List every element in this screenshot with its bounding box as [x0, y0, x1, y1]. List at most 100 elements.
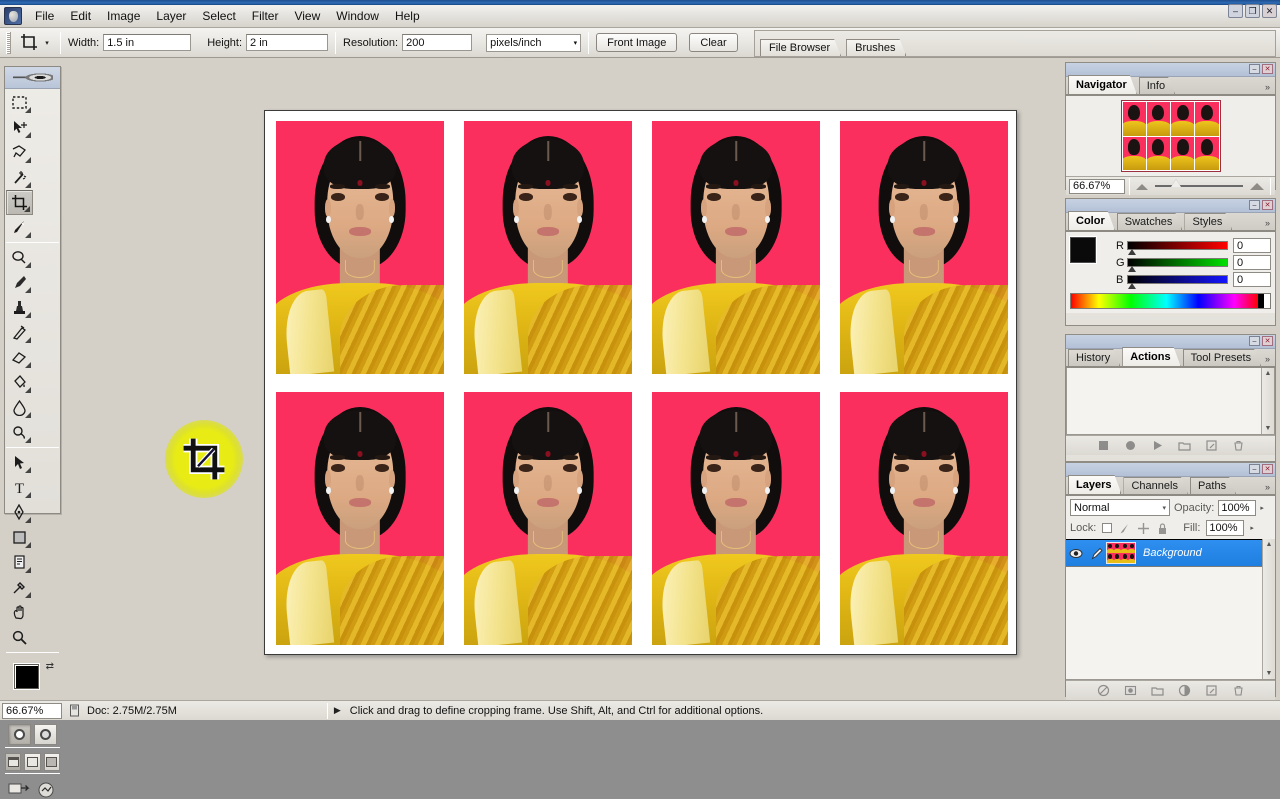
paint-bucket-tool[interactable]	[6, 370, 33, 395]
lock-position-icon[interactable]	[1137, 522, 1150, 535]
menu-select[interactable]: Select	[194, 6, 243, 26]
layers-scrollbar[interactable]: ▲ ▼	[1262, 539, 1275, 679]
green-slider[interactable]	[1127, 258, 1228, 267]
full-screen-mode-button[interactable]	[44, 753, 60, 771]
well-tab-file-browser[interactable]: File Browser	[760, 39, 841, 56]
menu-image[interactable]: Image	[99, 6, 148, 26]
menu-filter[interactable]: Filter	[244, 6, 287, 26]
quick-mask-mode-button[interactable]	[34, 724, 57, 745]
tab-history[interactable]: History	[1068, 349, 1120, 366]
layer-mask-icon[interactable]	[1124, 684, 1137, 697]
tab-channels[interactable]: Channels	[1123, 477, 1187, 494]
layers-panel-menu-icon[interactable]: »	[1265, 482, 1270, 492]
close-button[interactable]: ✕	[1262, 4, 1277, 18]
tab-layers[interactable]: Layers	[1068, 475, 1121, 494]
actions-panel-header[interactable]: – ✕	[1066, 335, 1275, 349]
eyedropper-tool[interactable]	[6, 575, 33, 600]
menu-file[interactable]: File	[27, 6, 62, 26]
clone-stamp-tool[interactable]	[6, 295, 33, 320]
menu-window[interactable]: Window	[328, 6, 387, 26]
red-slider[interactable]	[1127, 241, 1228, 250]
color-spectrum-ramp[interactable]	[1070, 293, 1271, 309]
magic-wand-tool[interactable]	[6, 165, 33, 190]
notes-tool[interactable]	[6, 550, 33, 575]
tab-navigator[interactable]: Navigator	[1068, 75, 1137, 94]
lock-transparent-pixels-icon[interactable]	[1102, 523, 1112, 533]
marquee-tool[interactable]	[6, 90, 33, 115]
foreground-color-swatch[interactable]	[14, 664, 39, 689]
layer-brush-icon[interactable]	[1086, 547, 1106, 560]
crop-height-input[interactable]	[246, 34, 328, 51]
toolbox-header[interactable]	[5, 67, 60, 89]
healing-brush-tool[interactable]	[6, 245, 33, 270]
menu-help[interactable]: Help	[387, 6, 428, 26]
actions-list[interactable]: ▲ ▼	[1066, 368, 1275, 435]
path-selection-tool[interactable]	[6, 450, 33, 475]
scroll-down-icon[interactable]: ▼	[1265, 425, 1272, 432]
navigator-zoom-handle[interactable]	[1171, 179, 1181, 187]
blue-value[interactable]: 0	[1233, 272, 1271, 287]
record-icon[interactable]	[1124, 439, 1137, 452]
play-icon[interactable]	[1151, 439, 1164, 452]
restore-button[interactable]: ❐	[1245, 4, 1260, 18]
brush-tool[interactable]	[6, 270, 33, 295]
menu-layer[interactable]: Layer	[148, 6, 194, 26]
resolution-units-select[interactable]: pixels/inch ▾	[486, 34, 581, 52]
fill-value[interactable]: 100%	[1206, 520, 1244, 536]
navigator-preview[interactable]	[1066, 96, 1275, 176]
history-brush-tool[interactable]	[6, 320, 33, 345]
fill-caret-icon[interactable]: ▸	[1250, 524, 1254, 532]
hand-tool[interactable]	[6, 600, 33, 625]
lock-image-pixels-icon[interactable]	[1118, 522, 1131, 535]
blue-slider[interactable]	[1127, 275, 1228, 284]
scroll-down-icon[interactable]: ▼	[1266, 670, 1273, 677]
layers-minimize-button[interactable]: –	[1249, 464, 1260, 474]
zoom-tool[interactable]	[6, 625, 33, 650]
navigator-menu-icon[interactable]: »	[1265, 82, 1270, 92]
lock-all-icon[interactable]	[1156, 522, 1169, 535]
layer-visibility-icon[interactable]	[1066, 548, 1086, 559]
actions-close-button[interactable]: ✕	[1262, 336, 1273, 346]
scroll-up-icon[interactable]: ▲	[1265, 370, 1272, 377]
tab-color[interactable]: Color	[1068, 211, 1115, 230]
actions-minimize-button[interactable]: –	[1249, 336, 1260, 346]
status-menu-arrow-icon[interactable]: ▶	[334, 705, 341, 716]
blur-tool[interactable]	[6, 395, 33, 420]
navigator-panel-header[interactable]: – ✕	[1066, 63, 1275, 77]
well-tab-brushes[interactable]: Brushes	[846, 39, 906, 56]
swap-colors-icon[interactable]: ⇄	[46, 661, 54, 672]
opacity-caret-icon[interactable]: ▸	[1260, 504, 1264, 512]
new-layer-icon[interactable]	[1205, 684, 1218, 697]
scroll-up-icon[interactable]: ▲	[1266, 541, 1273, 548]
tab-actions[interactable]: Actions	[1122, 347, 1180, 366]
tab-swatches[interactable]: Swatches	[1117, 213, 1183, 230]
shape-tool[interactable]	[6, 525, 33, 550]
clear-button[interactable]: Clear	[689, 33, 737, 52]
crop-resolution-input[interactable]	[402, 34, 472, 51]
zoom-in-icon[interactable]	[1248, 180, 1266, 193]
blend-mode-select[interactable]: Normal ▾	[1070, 499, 1170, 516]
layers-close-button[interactable]: ✕	[1262, 464, 1273, 474]
lasso-tool[interactable]	[6, 140, 33, 165]
adjustment-layer-icon[interactable]	[1178, 684, 1191, 697]
green-value[interactable]: 0	[1233, 255, 1271, 270]
delete-icon[interactable]	[1232, 439, 1245, 452]
table-row[interactable]: Background	[1066, 539, 1275, 567]
color-close-button[interactable]: ✕	[1262, 200, 1273, 210]
navigator-zoom-slider[interactable]	[1155, 185, 1243, 187]
color-panel-header[interactable]: – ✕	[1066, 199, 1275, 213]
navigator-zoom-value[interactable]: 66.67%	[1069, 179, 1125, 194]
zoom-out-icon[interactable]	[1134, 180, 1150, 193]
document-canvas[interactable]	[264, 110, 1017, 655]
move-tool[interactable]	[6, 115, 33, 140]
actions-scrollbar[interactable]: ▲ ▼	[1261, 368, 1274, 434]
color-minimize-button[interactable]: –	[1249, 200, 1260, 210]
layer-style-icon[interactable]	[1097, 684, 1110, 697]
options-bar-grip[interactable]	[6, 32, 11, 54]
layers-list[interactable]: Background ▲ ▼	[1066, 539, 1275, 680]
opacity-value[interactable]: 100%	[1218, 500, 1256, 516]
pen-tool[interactable]	[6, 500, 33, 525]
standard-screen-mode-button[interactable]	[5, 753, 21, 771]
tab-info[interactable]: Info	[1139, 77, 1175, 94]
slice-tool[interactable]	[6, 215, 33, 240]
